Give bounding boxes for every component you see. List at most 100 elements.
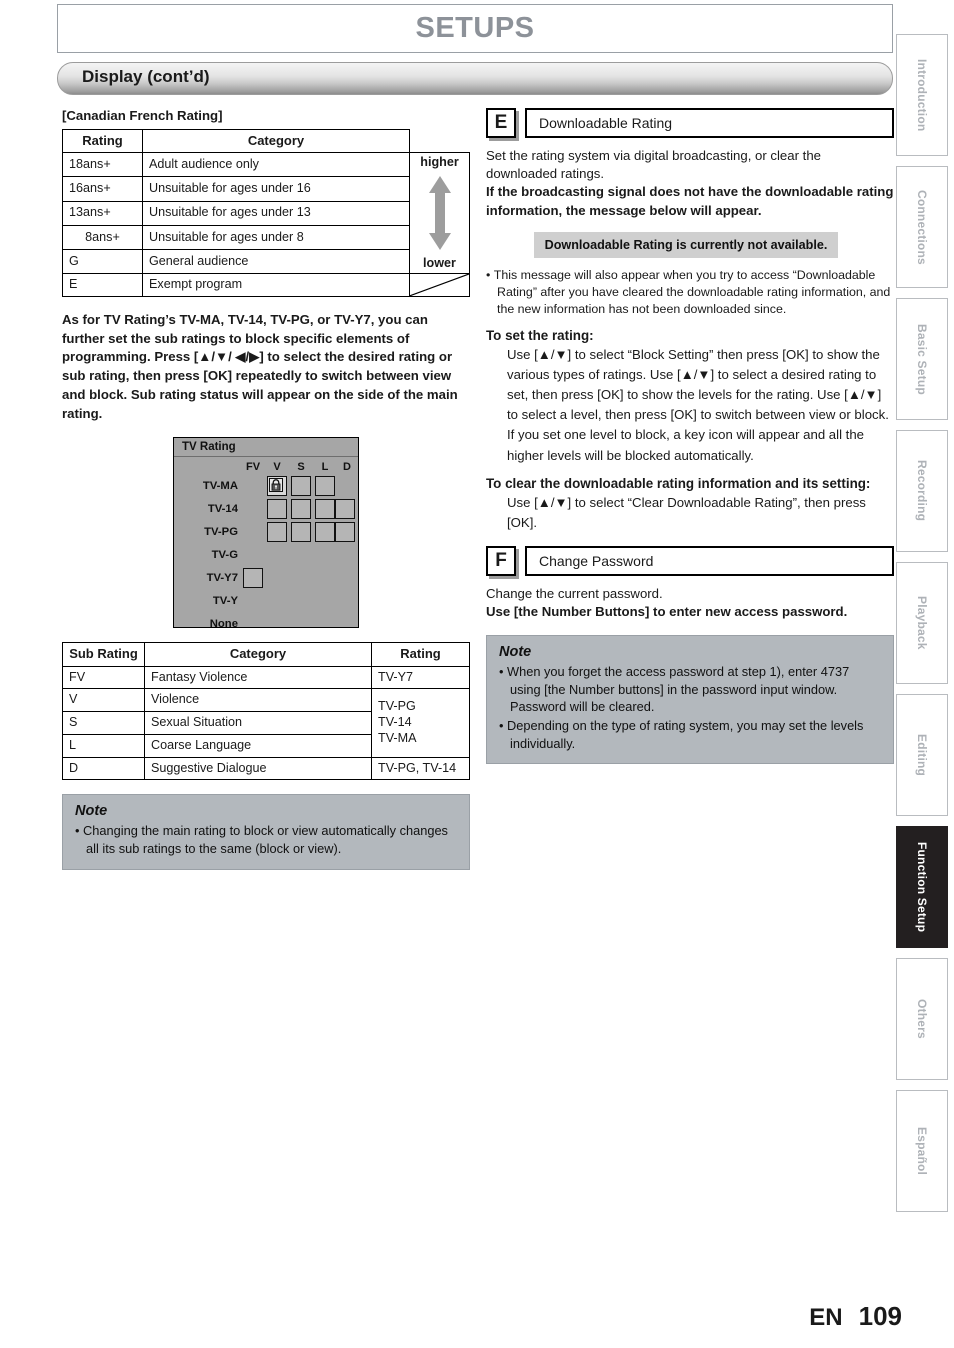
- tv-cell-tvpg-s[interactable]: [291, 522, 311, 543]
- note-box-left: Note Changing the main rating to block o…: [62, 794, 470, 870]
- section-label-change-password: Change Password: [525, 545, 894, 576]
- cell-rating: 13ans+: [62, 200, 143, 226]
- cell-category: Coarse Language: [144, 733, 372, 758]
- cell-category: Unsuitable for ages under 13: [142, 200, 410, 226]
- page-header: SETUPS: [57, 4, 893, 53]
- tab-label: Playback: [915, 596, 929, 650]
- tab-label: Connections: [915, 189, 929, 265]
- tv-cell-tvpg-d[interactable]: [335, 522, 355, 543]
- sidebar-item-editing[interactable]: Editing: [896, 694, 948, 816]
- to-set-the-rating-heading: To set the rating:: [486, 328, 594, 344]
- sidebar-item-connections[interactable]: Connections: [896, 166, 948, 288]
- tv-cell-tvpg-l[interactable]: [315, 522, 335, 543]
- canadian-french-rating-heading: [Canadian French Rating]: [62, 108, 223, 123]
- note-list: When you forget the access password at s…: [499, 663, 881, 752]
- cell-rating: 16ans+: [62, 176, 143, 202]
- tab-label: Basic Setup: [915, 323, 929, 395]
- section-e-header: E Downloadable Rating: [486, 108, 894, 138]
- cell-category: Unsuitable for ages under 16: [142, 176, 410, 202]
- cell-category: Violence: [144, 688, 372, 713]
- note-item: Changing the main rating to block or vie…: [75, 822, 457, 857]
- diagonal-strike-cell: [409, 273, 470, 297]
- cell-category: Exempt program: [142, 273, 410, 297]
- cell-sub-rating: V: [62, 688, 145, 713]
- col-header-rating: Rating: [62, 128, 143, 154]
- side-tab-nav: Introduction Connections Basic Setup Rec…: [896, 34, 954, 1222]
- canadian-french-rating-table: Rating Category 18ans+ Adult audience on…: [62, 128, 470, 297]
- table-row: 16ans+ Unsuitable for ages under 16: [62, 176, 470, 202]
- tab-label: Recording: [915, 460, 929, 522]
- sidebar-item-function-setup[interactable]: Function Setup: [896, 826, 948, 948]
- sidebar-item-recording[interactable]: Recording: [896, 430, 948, 552]
- sub-rating-table: Sub Rating Category Rating FV Fantasy Vi…: [62, 642, 470, 781]
- higher-lower-arrow-cell: higher lower: [409, 152, 470, 275]
- table-row: E Exempt program: [62, 273, 470, 297]
- table-row: 8ans+ Unsuitable for ages under 8: [62, 224, 470, 251]
- tv-cell-tv14-d[interactable]: [335, 499, 355, 520]
- tv-row-label-tv-y: TV-Y: [212, 595, 238, 608]
- table-row: V Violence TV-PG TV-14 TV-MA: [62, 688, 470, 758]
- to-clear-rating-heading: To clear the downloadable rating informa…: [486, 475, 871, 491]
- tv-cell-tvy7-fv[interactable]: [243, 568, 263, 589]
- col-header-rating: Rating: [371, 642, 470, 667]
- table-row: G General audience: [62, 248, 470, 275]
- note-list: Changing the main rating to block or vie…: [75, 822, 457, 857]
- tv-row-label-tv-ma: TV-MA: [202, 480, 238, 493]
- cell-rating-merged: TV-PG TV-14 TV-MA: [371, 688, 470, 758]
- tv-cell-tv14-s[interactable]: [291, 499, 311, 520]
- cell-rating: G: [62, 248, 143, 275]
- note-box-right: Note When you forget the access password…: [486, 635, 894, 765]
- cell-category: Adult audience only: [142, 152, 410, 178]
- table-row: D Suggestive Dialogue TV-PG, TV-14: [62, 756, 470, 781]
- tv-rating-grid: FV V S L D TV-MA TV-14 TV-PG TV-G TV-Y7 …: [174, 457, 358, 630]
- tv-col-header-v: V: [273, 461, 281, 474]
- downloadable-rating-note-bullet: This message will also appear when you t…: [486, 267, 894, 318]
- downloadable-rating-intro: Set the rating system via digital broadc…: [486, 148, 821, 182]
- section-label-downloadable-rating: Downloadable Rating: [525, 108, 894, 138]
- section-letter-e: E: [486, 108, 516, 138]
- table-header-row: Rating Category: [62, 128, 470, 154]
- cell-rating: TV-PG, TV-14: [371, 756, 470, 781]
- tab-label: Español: [915, 1126, 929, 1176]
- table-header-row: Sub Rating Category Rating: [62, 642, 470, 667]
- section-letter-f: F: [486, 545, 516, 576]
- tv-rating-panel: TV Rating FV V S L D TV-MA TV-14 TV-PG T…: [173, 437, 359, 630]
- cell-rating: 18ans+: [62, 152, 143, 178]
- sidebar-item-espanol[interactable]: Español: [896, 1090, 948, 1212]
- sidebar-item-playback[interactable]: Playback: [896, 562, 948, 684]
- cell-sub-rating: D: [62, 756, 145, 781]
- col-header-category: Category: [144, 642, 372, 667]
- downloadable-rating-warning: If the broadcasting signal does not have…: [486, 184, 894, 218]
- tab-label: Editing: [915, 733, 929, 777]
- sidebar-item-basic-setup[interactable]: Basic Setup: [896, 298, 948, 420]
- sidebar-item-others[interactable]: Others: [896, 958, 948, 1080]
- tv-col-header-d: D: [343, 461, 351, 474]
- tv-cell-tvpg-v[interactable]: [267, 522, 287, 543]
- tv-row-label-tv-pg: TV-PG: [204, 526, 238, 539]
- tv-cell-tv14-v[interactable]: [267, 499, 287, 520]
- section-title: Display (cont’d): [82, 67, 210, 86]
- right-column: E Downloadable Rating Set the rating sys…: [486, 108, 894, 765]
- note-title: Note: [75, 803, 108, 820]
- cell-sub-rating: FV: [62, 665, 145, 690]
- to-set-the-rating-body: Use [▲/▼] to select “Block Setting” then…: [507, 347, 889, 463]
- cell-rating: E: [62, 273, 143, 297]
- tv-cell-tvma-v-locked[interactable]: [267, 476, 287, 497]
- sidebar-item-introduction[interactable]: Introduction: [896, 34, 948, 156]
- tv-cell-tv14-l[interactable]: [315, 499, 335, 520]
- table-row: 13ans+ Unsuitable for ages under 13: [62, 200, 470, 226]
- tv-cell-tvma-l[interactable]: [315, 476, 335, 497]
- cell-sub-rating: S: [62, 711, 145, 735]
- tv-row-label-none: None: [209, 618, 238, 631]
- tv-row-label-tv-g: TV-G: [211, 549, 238, 562]
- tv-cell-tvma-s[interactable]: [291, 476, 311, 497]
- tv-row-label-tv-y7: TV-Y7: [206, 572, 238, 585]
- section-title-bar: Display (cont’d): [57, 62, 893, 95]
- cell-rating: 8ans+: [62, 224, 143, 251]
- change-password-instruction: Use [the Number Buttons] to enter new ac…: [486, 603, 848, 619]
- to-clear-rating-body: Use [▲/▼] to select “Clear Downloadable …: [507, 494, 866, 530]
- cell-category: Unsuitable for ages under 8: [142, 224, 410, 251]
- table-row: FV Fantasy Violence TV-Y7: [62, 665, 470, 690]
- left-column: [Canadian French Rating] Rating Category…: [62, 108, 470, 870]
- footer-page-number: 109: [858, 1301, 902, 1331]
